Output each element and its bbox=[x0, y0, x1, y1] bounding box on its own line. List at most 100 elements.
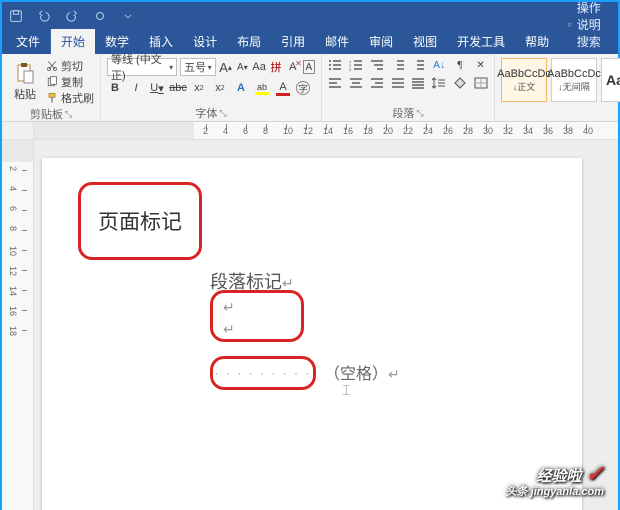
touch-mode-icon[interactable] bbox=[92, 8, 108, 24]
undo-icon[interactable] bbox=[36, 8, 52, 24]
chevron-down-icon: ▾ bbox=[169, 63, 173, 72]
save-icon[interactable] bbox=[8, 8, 24, 24]
align-left-button[interactable] bbox=[328, 76, 343, 90]
paragraph-mark-icon: ↵ bbox=[223, 299, 235, 316]
tab-layout[interactable]: 布局 bbox=[227, 29, 271, 54]
redo-icon[interactable] bbox=[64, 8, 80, 24]
vertical-ruler[interactable]: 24681012141618 bbox=[2, 140, 34, 510]
font-family-value: 等线 (中文正) bbox=[111, 51, 169, 83]
copy-button[interactable]: 复制 bbox=[46, 74, 94, 90]
shrink-font-button[interactable]: A▾ bbox=[235, 59, 249, 75]
copy-label: 复制 bbox=[61, 74, 83, 90]
increase-indent-button[interactable] bbox=[411, 58, 426, 72]
style-preview: AaBbCcDc bbox=[497, 68, 551, 80]
title-bar bbox=[2, 2, 618, 30]
grow-font-button[interactable]: A▴ bbox=[219, 59, 233, 75]
line-spacing-button[interactable] bbox=[432, 76, 447, 90]
tell-me-search[interactable]: 操作说明搜索 bbox=[559, 0, 618, 54]
tab-references[interactable]: 引用 bbox=[271, 29, 315, 54]
numbering-button[interactable]: 123 bbox=[349, 58, 364, 72]
subscript-button[interactable]: x2 bbox=[191, 80, 207, 96]
paste-icon bbox=[13, 62, 37, 86]
style-nospacing[interactable]: AaBbCcDc ↓无间隔 bbox=[551, 58, 597, 102]
font-size-combo[interactable]: 五号▾ bbox=[180, 58, 216, 76]
multilevel-list-button[interactable] bbox=[370, 58, 385, 72]
clear-formatting-button[interactable]: A✕ bbox=[286, 59, 300, 75]
align-distributed-button[interactable] bbox=[411, 76, 426, 90]
cut-button[interactable]: 剪切 bbox=[46, 58, 94, 74]
underline-button[interactable]: U▾ bbox=[149, 80, 165, 96]
group-styles: AaBbCcDc ↓正文 AaBbCcDc ↓无间隔 Aa bbox=[495, 54, 620, 121]
copy-icon bbox=[46, 76, 58, 88]
callout-space-dots: · · · · · · · · · bbox=[210, 356, 316, 390]
page-canvas[interactable]: 页面标记 段落标记↵ ↵ ↵ · · · · · · · · · （空格）↵ ⌶ bbox=[34, 140, 618, 510]
tab-file[interactable]: 文件 bbox=[6, 29, 51, 54]
tab-design[interactable]: 设计 bbox=[183, 29, 227, 54]
highlight-button[interactable]: ab bbox=[254, 80, 270, 96]
clipboard-dialog-launcher-icon[interactable]: ⤡ bbox=[65, 109, 72, 120]
callout-paragraph-marks: ↵ ↵ bbox=[210, 290, 304, 342]
decrease-indent-button[interactable] bbox=[390, 58, 405, 72]
lightbulb-icon bbox=[567, 19, 573, 31]
qat-dropdown-icon[interactable] bbox=[120, 8, 136, 24]
shading-button[interactable] bbox=[453, 76, 468, 90]
font-dialog-launcher-icon[interactable]: ⤡ bbox=[219, 108, 226, 119]
scissors-icon bbox=[46, 60, 58, 72]
tab-developer[interactable]: 开发工具 bbox=[447, 29, 515, 54]
show-marks-button[interactable]: ¶ bbox=[453, 58, 468, 72]
strikethrough-button[interactable]: abc bbox=[170, 80, 186, 96]
borders-button[interactable] bbox=[473, 76, 488, 90]
document-area: 24681012141618 页面标记 段落标记↵ ↵ ↵ · · · · · … bbox=[2, 140, 618, 510]
font-group-label: 字体 bbox=[195, 105, 217, 121]
ribbon-tabs: 文件 开始 数学 插入 设计 布局 引用 邮件 审阅 视图 开发工具 帮助 操作… bbox=[2, 30, 618, 54]
bold-button[interactable]: B bbox=[107, 80, 123, 96]
format-painter-label: 格式刷 bbox=[61, 90, 94, 106]
space-label: （空格）↵ bbox=[324, 360, 400, 384]
paragraph-mark-icon: ↵ bbox=[223, 321, 235, 338]
style-name: ↓正文 bbox=[513, 80, 536, 93]
tab-help[interactable]: 帮助 bbox=[515, 29, 559, 54]
text-effects-button[interactable]: A bbox=[233, 80, 249, 96]
check-icon: ✓ bbox=[586, 461, 604, 486]
bullets-button[interactable] bbox=[328, 58, 343, 72]
paragraph-mark-icon: ↵ bbox=[282, 275, 294, 291]
align-center-button[interactable] bbox=[349, 76, 364, 90]
chevron-down-icon: ▾ bbox=[208, 63, 212, 72]
style-normal[interactable]: AaBbCcDc ↓正文 bbox=[501, 58, 547, 102]
paragraph-dialog-launcher-icon[interactable]: ⤡ bbox=[416, 108, 423, 119]
sort-button[interactable]: A↓ bbox=[432, 58, 447, 72]
quick-access-toolbar bbox=[8, 8, 140, 24]
asian-layout-button[interactable]: ✕ bbox=[473, 58, 488, 72]
tab-mailings[interactable]: 邮件 bbox=[315, 29, 359, 54]
align-justify-button[interactable] bbox=[390, 76, 405, 90]
tab-review[interactable]: 审阅 bbox=[359, 29, 403, 54]
horizontal-ruler[interactable]: 246810121416182022242628303234363840 bbox=[2, 122, 618, 140]
change-case-button[interactable]: Aa bbox=[252, 59, 266, 75]
italic-button[interactable]: I bbox=[128, 80, 144, 96]
style-heading1[interactable]: Aa bbox=[601, 58, 620, 102]
ribbon: 粘贴 剪切 复制 格式刷 剪贴板⤡ 等线 (中文正)▾ 五号▾ A▴ A▾ Aa… bbox=[2, 54, 618, 122]
group-paragraph: 123 A↓ ¶ ✕ 段落⤡ bbox=[322, 54, 495, 121]
paste-label: 粘贴 bbox=[14, 86, 36, 102]
phonetic-guide-button[interactable]: 拼 bbox=[269, 59, 283, 75]
superscript-button[interactable]: x2 bbox=[212, 80, 228, 96]
font-color-button[interactable]: A bbox=[275, 80, 291, 96]
char-border-button[interactable]: A bbox=[303, 60, 315, 74]
paste-button[interactable]: 粘贴 bbox=[8, 58, 42, 106]
tab-home[interactable]: 开始 bbox=[51, 29, 95, 54]
format-painter-button[interactable]: 格式刷 bbox=[46, 90, 94, 106]
style-preview: AaBbCcDc bbox=[547, 68, 601, 80]
tab-view[interactable]: 视图 bbox=[403, 29, 447, 54]
align-right-button[interactable] bbox=[370, 76, 385, 90]
watermark: 经验啦 ✓ 头条 jingyanla.com bbox=[506, 462, 604, 498]
font-family-combo[interactable]: 等线 (中文正)▾ bbox=[107, 58, 177, 76]
enclose-char-button[interactable]: 字 bbox=[296, 81, 310, 95]
tell-me-label: 操作说明搜索 bbox=[577, 0, 610, 50]
page[interactable]: 页面标记 段落标记↵ ↵ ↵ · · · · · · · · · （空格）↵ ⌶ bbox=[42, 158, 582, 510]
paragraph-group-label: 段落 bbox=[392, 105, 414, 121]
group-font: 等线 (中文正)▾ 五号▾ A▴ A▾ Aa 拼 A✕ A B I U▾ abc… bbox=[101, 54, 322, 121]
cut-label: 剪切 bbox=[61, 58, 83, 74]
paragraph-mark-icon: ↵ bbox=[388, 366, 400, 382]
brush-icon bbox=[46, 92, 58, 104]
clipboard-group-label: 剪贴板 bbox=[30, 106, 63, 122]
